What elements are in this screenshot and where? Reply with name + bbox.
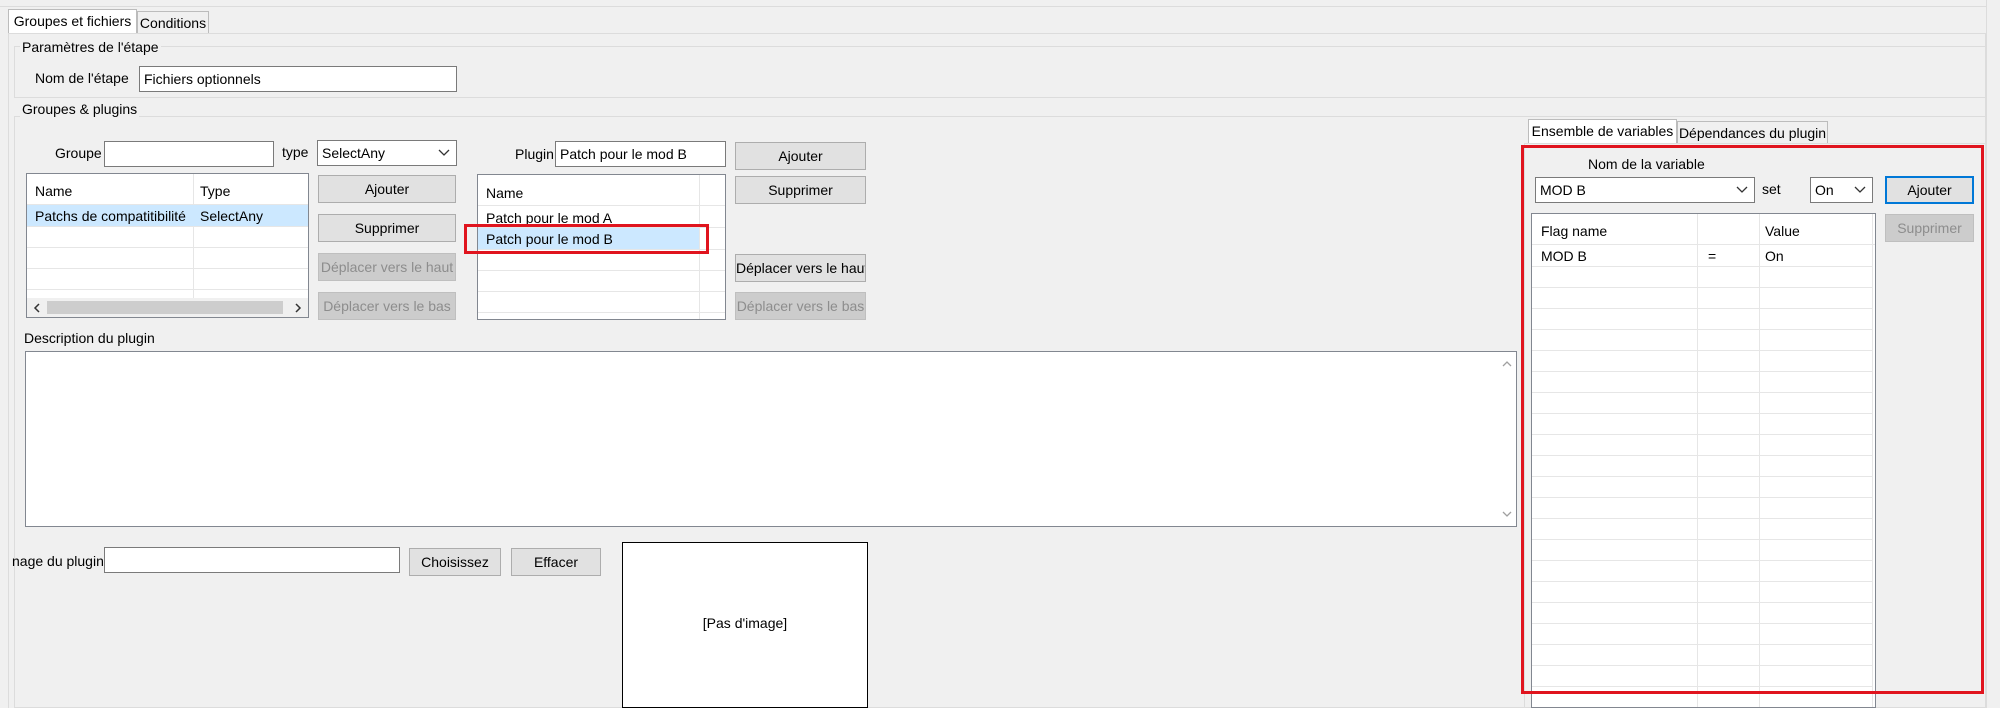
grid-line	[1532, 539, 1872, 540]
grid-line	[1532, 350, 1872, 351]
group-remove-button[interactable]: Supprimer	[318, 214, 456, 242]
tab-variables[interactable]: Ensemble de variables	[1528, 119, 1677, 144]
plugin-move-down-button[interactable]: Déplacer vers le bas	[735, 292, 866, 320]
list-item-selected[interactable]: Patch pour le mod B	[478, 228, 699, 249]
flags-table[interactable]: Flag name Value MOD B = On	[1531, 213, 1876, 708]
top-right-frame	[1986, 0, 2000, 708]
step-section-title: Paramètres de l'étape	[20, 39, 161, 55]
grid-line	[1532, 623, 1872, 624]
chevron-down-icon	[1736, 186, 1748, 193]
type-select[interactable]: SelectAny	[317, 140, 457, 166]
plugin-row-name: Patch pour le mod B	[486, 231, 613, 247]
plugin-add-button[interactable]: Ajouter	[735, 142, 866, 170]
tab-conditions[interactable]: Conditions	[137, 11, 209, 33]
grid-line	[1532, 518, 1872, 519]
groups-col-name-header[interactable]: Name	[35, 183, 72, 199]
plugin-label: Plugin	[515, 146, 554, 162]
description-textarea[interactable]	[25, 351, 1517, 527]
groups-hscrollbar[interactable]	[27, 298, 308, 317]
groups-table[interactable]: Name Type Patchs de compatitibilité Sele…	[26, 173, 309, 318]
set-label: set	[1762, 181, 1781, 197]
top-border	[0, 0, 2000, 7]
image-label: nage du plugin	[12, 553, 104, 569]
group-move-up-button[interactable]: Déplacer vers le haut	[318, 253, 456, 281]
grid-line	[1532, 413, 1872, 414]
grid-line	[1532, 581, 1872, 582]
scroll-up-icon[interactable]	[1502, 360, 1512, 367]
scroll-left-icon[interactable]	[33, 303, 41, 313]
grid-line	[1532, 644, 1872, 645]
grid-line	[1532, 287, 1872, 288]
variable-name-value: MOD B	[1540, 182, 1586, 198]
set-value: On	[1815, 182, 1834, 198]
type-label: type	[282, 144, 309, 160]
table-row[interactable]: Patchs de compatitibilité SelectAny	[27, 205, 308, 226]
plugins-col-name-header[interactable]: Name	[486, 185, 523, 201]
choose-image-button[interactable]: Choisissez	[409, 548, 501, 576]
variable-name-label: Nom de la variable	[1588, 156, 1705, 172]
no-image-text: [Pas d'image]	[702, 615, 788, 631]
grid-line	[1532, 686, 1872, 687]
image-preview: [Pas d'image]	[622, 542, 868, 708]
grid-line	[1532, 308, 1872, 309]
group-label: Groupe	[55, 145, 102, 161]
chevron-down-icon	[1854, 186, 1866, 193]
group-name-field[interactable]	[104, 141, 274, 167]
image-path-field[interactable]	[104, 547, 400, 573]
groups-section-title: Groupes & plugins	[20, 101, 140, 117]
grid-line	[1532, 560, 1872, 561]
variable-add-button[interactable]: Ajouter	[1885, 176, 1974, 204]
group-row-name: Patchs de compatitibilité	[35, 208, 186, 224]
groups-hscroll-thumb[interactable]	[47, 301, 283, 314]
scroll-right-icon[interactable]	[294, 303, 302, 313]
description-label: Description du plugin	[24, 330, 155, 346]
variable-name-select[interactable]: MOD B	[1535, 177, 1755, 203]
grid-line	[1532, 371, 1872, 372]
grid-line	[1532, 266, 1872, 267]
plugins-table[interactable]: Name Patch pour le mod A Patch pour le m…	[477, 174, 726, 320]
grid-line	[1532, 392, 1872, 393]
grid-line	[1532, 497, 1872, 498]
chevron-down-icon	[438, 149, 450, 156]
grid-line	[1532, 665, 1872, 666]
step-name-label: Nom de l'étape	[35, 70, 129, 86]
grid-line	[1532, 329, 1872, 330]
grid-line	[1532, 476, 1872, 477]
scroll-down-icon[interactable]	[1502, 511, 1512, 518]
plugin-name-field[interactable]: Patch pour le mod B	[555, 141, 726, 167]
step-name-field[interactable]: Fichiers optionnels	[139, 66, 457, 92]
flags-grid-lines	[1532, 214, 1875, 707]
set-value-select[interactable]: On	[1810, 177, 1873, 203]
group-add-button[interactable]: Ajouter	[318, 175, 456, 203]
type-select-value: SelectAny	[322, 145, 386, 161]
grid-line	[1532, 602, 1872, 603]
variable-remove-button[interactable]: Supprimer	[1885, 214, 1974, 242]
clear-image-button[interactable]: Effacer	[511, 548, 601, 576]
plugin-remove-button[interactable]: Supprimer	[735, 176, 866, 204]
grid-line	[1532, 434, 1872, 435]
tab-plugin-dependencies[interactable]: Dépendances du plugin	[1677, 121, 1828, 144]
group-move-down-button[interactable]: Déplacer vers le bas	[318, 292, 456, 320]
group-row-type: SelectAny	[200, 208, 264, 224]
groups-col-type-header[interactable]: Type	[200, 183, 230, 199]
tab-groups-files[interactable]: Groupes et fichiers	[8, 9, 137, 34]
plugin-move-up-button[interactable]: Déplacer vers le haut	[735, 254, 866, 282]
grid-line	[1532, 455, 1872, 456]
list-item[interactable]: Patch pour le mod A	[486, 210, 612, 226]
